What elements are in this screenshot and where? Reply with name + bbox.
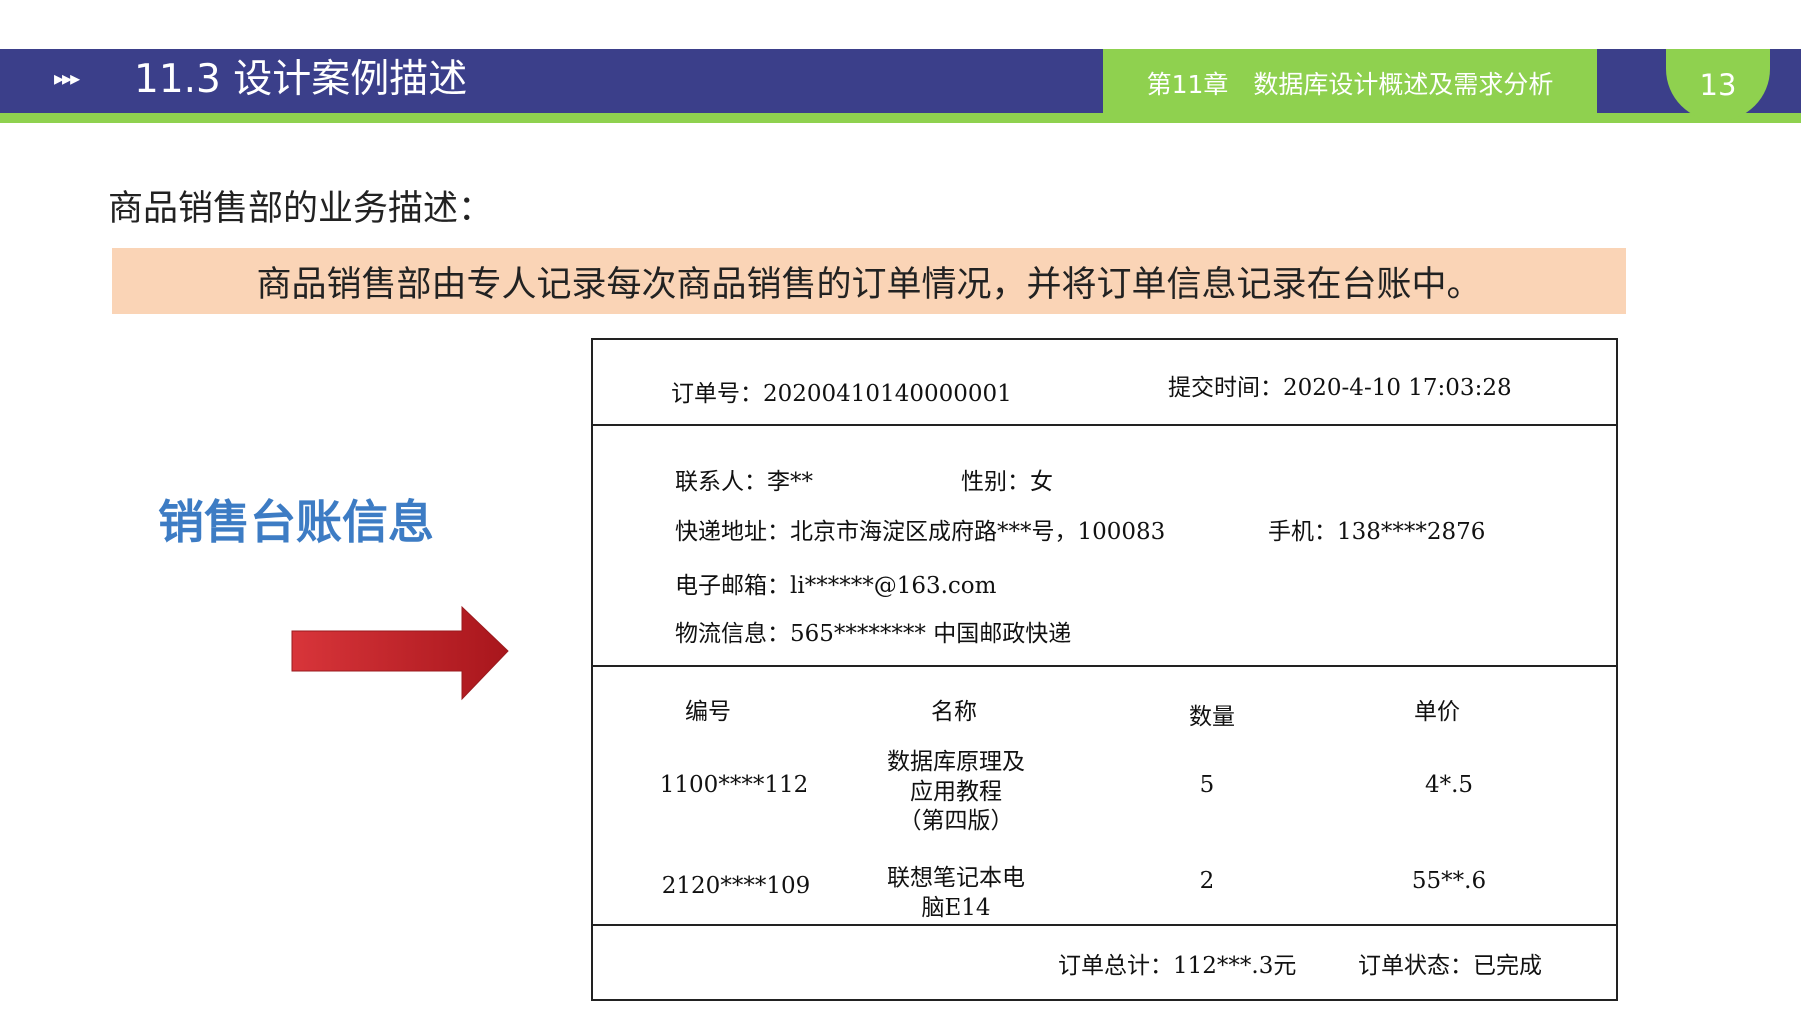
item-name: 联想笔记本电 <box>887 865 1025 891</box>
form-divider <box>593 665 1616 667</box>
item-quantity: 2 <box>1199 868 1215 894</box>
item-price: 4*.5 <box>1424 772 1474 798</box>
section-arrows-icon: ▸▸▸ <box>54 66 80 90</box>
order-number: 订单号：20200410140000001 <box>671 381 1012 407</box>
column-header: 单价 <box>1414 699 1460 725</box>
column-header: 数量 <box>1189 704 1235 730</box>
ledger-label: 销售台账信息 <box>158 495 434 549</box>
business-heading: 商品销售部的业务描述： <box>108 189 494 229</box>
form-divider <box>593 424 1616 426</box>
submit-time: 提交时间：2020-4-10 17:03:28 <box>1168 375 1512 401</box>
order-form: 订单号：20200410140000001 提交时间：2020-4-10 17:… <box>591 338 1618 1001</box>
gender: 性别：女 <box>961 469 1053 495</box>
highlight-text: 商品销售部由专人记录每次商品销售的订单情况，并将订单信息记录在台账中。 <box>256 264 1482 305</box>
email: 电子邮箱：li******@163.com <box>675 573 997 599</box>
delivery-address: 快递地址：北京市海淀区成府路***号，100083 <box>675 519 1166 545</box>
item-id: 1100****112 <box>659 772 809 798</box>
order-total: 订单总计：112***.3元 <box>1058 953 1297 979</box>
order-status: 订单状态：已完成 <box>1358 953 1542 979</box>
page-number-text: 13 <box>1699 68 1737 102</box>
right-arrow-icon <box>291 605 509 701</box>
chapter-title-text: 第11章 数据库设计概述及需求分析 <box>1146 70 1554 99</box>
item-price: 55**.6 <box>1411 868 1487 894</box>
section-title: 11.3 设计案例描述 <box>134 57 468 102</box>
form-divider <box>593 924 1616 926</box>
contact-person: 联系人：李** <box>675 469 813 495</box>
item-name: 脑E14 <box>921 895 991 921</box>
item-quantity: 5 <box>1199 772 1215 798</box>
logistics: 物流信息：565******** 中国邮政快递 <box>675 621 1072 647</box>
chapter-title: 第11章 数据库设计概述及需求分析 <box>1103 49 1597 123</box>
column-header: 名称 <box>931 699 977 725</box>
item-id: 2120****109 <box>661 873 811 899</box>
highlight-box: 商品销售部由专人记录每次商品销售的订单情况，并将订单信息记录在台账中。 <box>112 248 1626 314</box>
item-name: （第四版） <box>898 808 1014 834</box>
column-header: 编号 <box>685 699 731 725</box>
item-name: 数据库原理及 <box>887 749 1025 775</box>
phone: 手机：138****2876 <box>1268 519 1486 545</box>
